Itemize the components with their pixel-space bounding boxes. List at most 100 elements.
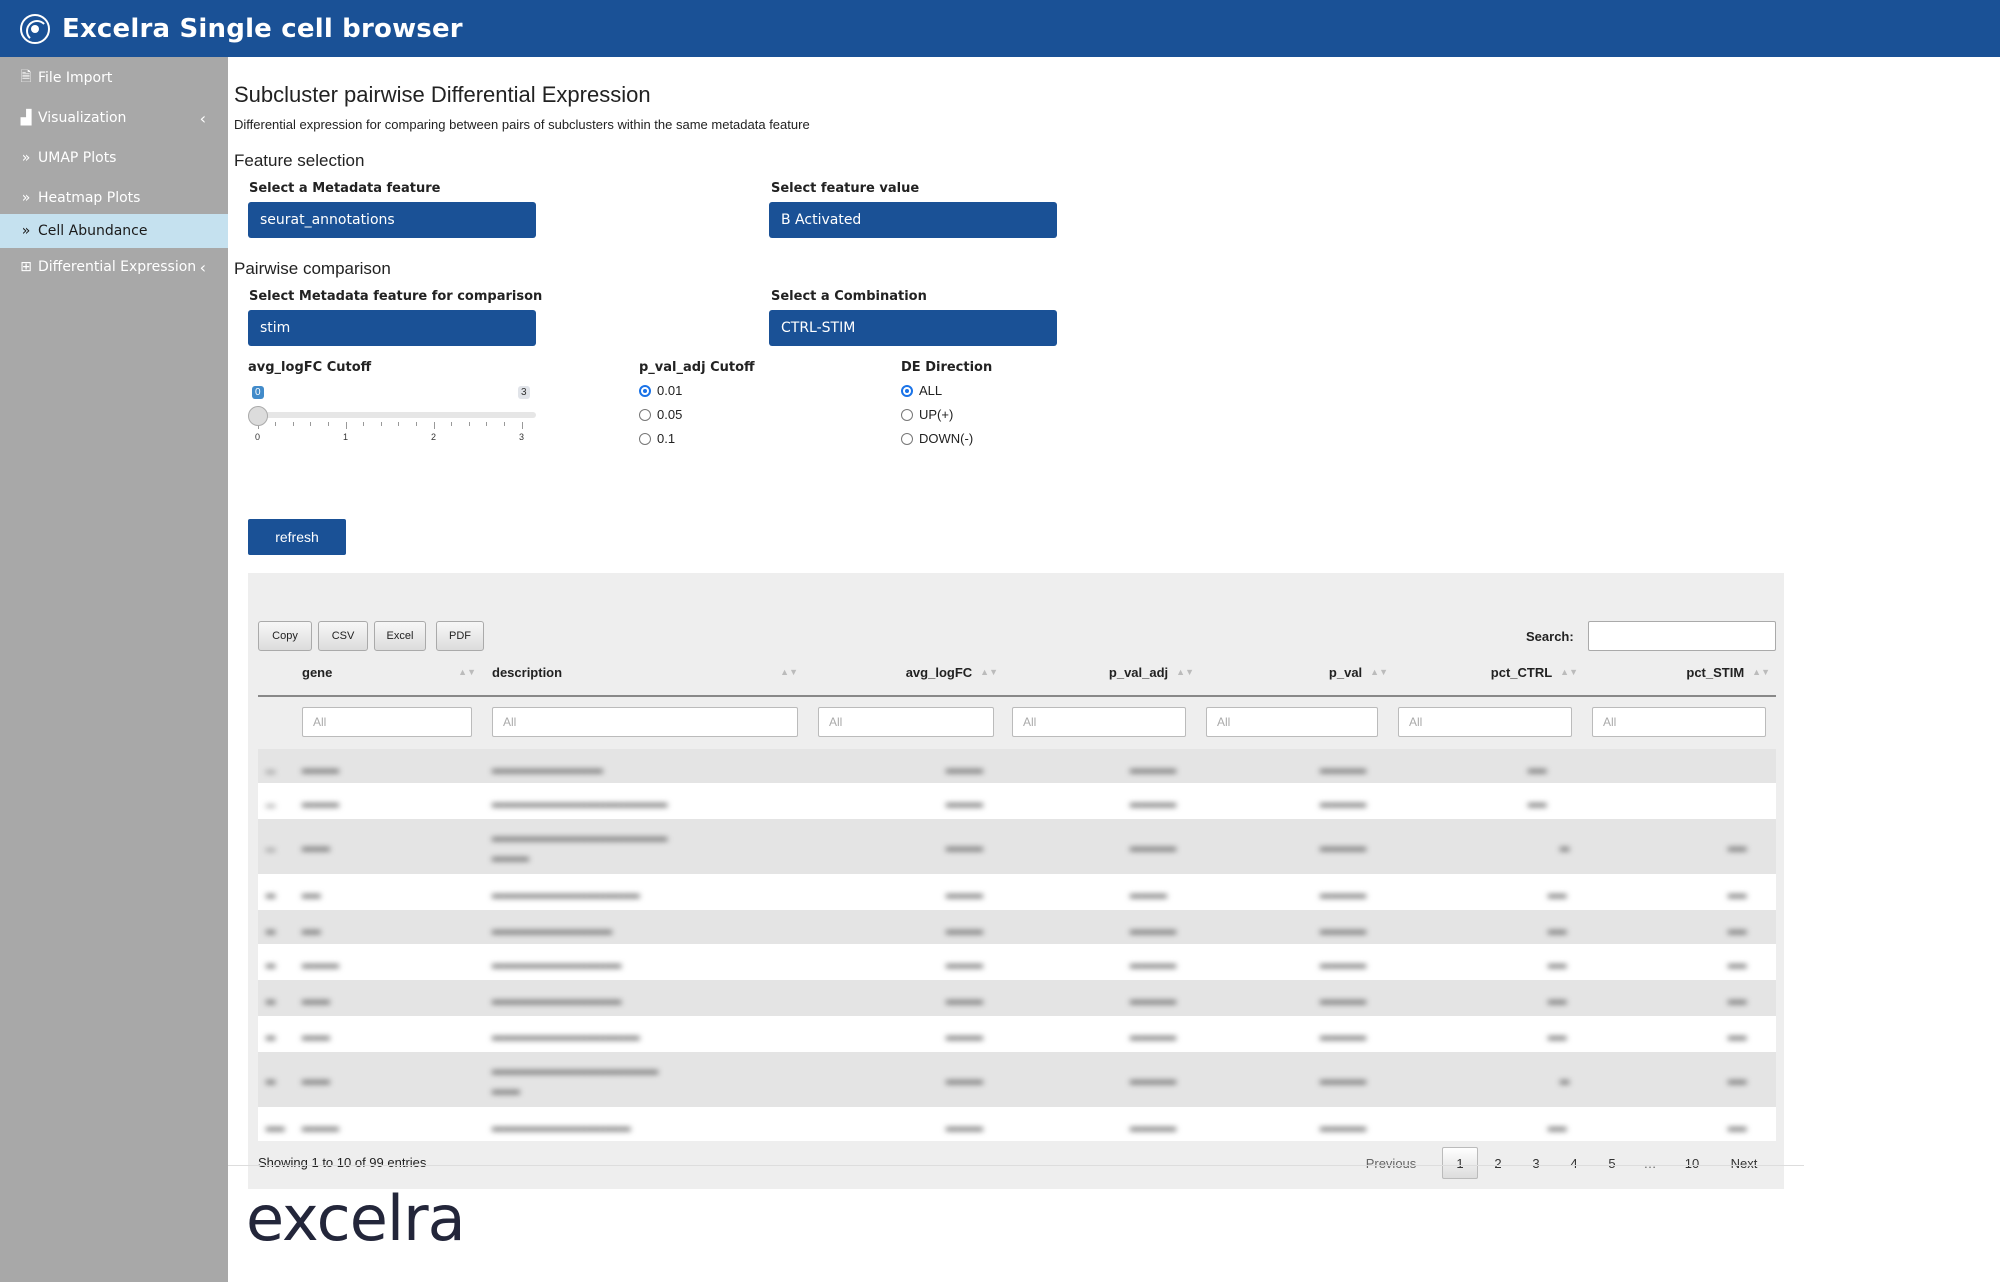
- sidebar-item-visualization[interactable]: ▟ Visualization ‹: [0, 101, 228, 135]
- table-row[interactable]: ▂▂▂▂▂▂▂▂▂▂▂▂▂▂▂▂▂▂▂▂▂▂▂▂▂▂▂▂▂▂▂▂▂▂▂▂: [258, 874, 1776, 910]
- sidebar-item-differential-expression[interactable]: ⊞ Differential Expression ‹: [0, 250, 228, 284]
- pval-option-0.01[interactable]: 0.01: [639, 383, 682, 398]
- de-direction-label: DE Direction: [901, 360, 993, 375]
- column-header-label: p_val: [1328, 664, 1363, 680]
- refresh-button[interactable]: refresh: [248, 519, 346, 555]
- slider-handle[interactable]: [248, 406, 268, 426]
- sidebar-item-label: Visualization: [38, 110, 127, 126]
- table-row[interactable]: ▂ ▂▂ ▂▂▂▂▂▂▂▂▂▂▂▂▂ ▂▂▂▂ ▂▂▂▂▂ ▂▂▂▂▂ ▂▂ ▂▂: [258, 910, 1776, 944]
- metadata-feature-select[interactable]: seurat_annotations: [248, 202, 536, 238]
- pagination-previous[interactable]: Previous: [1356, 1147, 1426, 1179]
- pagination-page-2[interactable]: 2: [1482, 1147, 1514, 1179]
- column-header-avg-logfc[interactable]: avg_logFC ▲▼: [818, 657, 998, 687]
- table-row[interactable]: ▂ ▂▂▂▂ ▂▂▂▂▂▂▂▂▂▂▂▂▂▂ ▂▂▂▂ ▂▂▂▂▂ ▂▂▂▂▂ ▂▂ ▂▂: [258, 944, 1776, 980]
- table-row[interactable]: ▂ ▂▂▂ ▂▂▂▂▂▂▂▂▂▂▂▂▂▂▂▂ ▂▂▂▂ ▂▂▂▂▂ ▂▂▂▂▂ ▂▂ ▂▂: [258, 1016, 1776, 1052]
- column-header-label: p_val_adj: [1108, 664, 1169, 680]
- filter-pct-ctrl-input[interactable]: All: [1398, 707, 1572, 737]
- pagination-page-3[interactable]: 3: [1520, 1147, 1552, 1179]
- sort-icon: ▲▼: [1176, 667, 1194, 677]
- table-row[interactable]: ▂▂▂▂▂▂▂▂▂▂▂▂▂▂▂▂▂▂▂▂▂▂▂▂▂▂▂▂▂▂▂▂▂▂▂▂: [258, 980, 1776, 1016]
- comparison-feature-label: Select Metadata feature for comparison: [249, 289, 543, 304]
- double-chevron-right-icon: »: [21, 223, 31, 239]
- column-header-p-val[interactable]: p_val ▲▼: [1208, 657, 1388, 687]
- sidebar-item-label: UMAP Plots: [38, 150, 117, 166]
- filter-p-val-adj-input[interactable]: All: [1012, 707, 1186, 737]
- double-chevron-right-icon: »: [21, 150, 31, 166]
- sidebar-item-umap-plots[interactable]: » UMAP Plots: [0, 141, 228, 175]
- radio-icon: [639, 408, 651, 421]
- double-chevron-right-icon: »: [21, 190, 31, 206]
- column-header-gene[interactable]: gene ▲▼: [302, 657, 476, 687]
- pagination-page-10[interactable]: 10: [1674, 1147, 1710, 1179]
- combination-select[interactable]: CTRL-STIM: [769, 310, 1057, 346]
- feature-value-select[interactable]: B Activated: [769, 202, 1057, 238]
- column-header-pct-ctrl[interactable]: pct_CTRL ▲▼: [1398, 657, 1578, 687]
- search-label: Search:: [1526, 629, 1574, 644]
- pdf-button[interactable]: PDF: [436, 621, 484, 651]
- excel-button[interactable]: Excel: [374, 621, 426, 651]
- search-input[interactable]: [1588, 621, 1776, 651]
- page-subtitle: Differential expression for comparing be…: [234, 117, 810, 132]
- column-header-pct-stim[interactable]: pct_STIM ▲▼: [1588, 657, 1770, 687]
- pagination-next[interactable]: Next: [1714, 1147, 1774, 1179]
- slider-track[interactable]: [256, 412, 536, 418]
- radio-label: 0.05: [657, 407, 683, 422]
- table-row[interactable]: ▂▂ ▂▂▂▂ ▂▂▂▂▂▂▂▂▂▂▂▂▂▂▂ ▂▂▂▂ ▂▂▂▂▂ ▂▂▂▂▂ ▂▂ ▂▂: [258, 1107, 1776, 1141]
- table-info: Showing 1 to 10 of 99 entries: [258, 1155, 427, 1170]
- csv-button[interactable]: CSV: [318, 621, 368, 651]
- bar-chart-icon: ▟: [20, 110, 32, 126]
- direction-option-all[interactable]: ALL: [901, 383, 942, 398]
- sort-icon: ▲▼: [1560, 667, 1578, 677]
- sidebar-item-cell-abundance[interactable]: » Cell Abundance: [0, 214, 228, 248]
- sidebar-item-label: Differential Expression: [38, 259, 197, 275]
- column-header-description[interactable]: description ▲▼: [492, 657, 798, 687]
- filter-gene-input[interactable]: All: [302, 707, 472, 737]
- combination-label: Select a Combination: [771, 289, 927, 304]
- column-header-label: pct_CTRL: [1490, 664, 1553, 680]
- radio-label: 0.01: [657, 383, 683, 398]
- radio-icon: [901, 408, 913, 421]
- comparison-feature-select[interactable]: stim: [248, 310, 536, 346]
- pagination-page-5[interactable]: 5: [1596, 1147, 1628, 1179]
- slider-max-value: 3: [518, 386, 530, 399]
- sidebar-item-file-import[interactable]: 🗎 File Import: [0, 61, 228, 95]
- pval-option-0.1[interactable]: 0.1: [639, 431, 675, 446]
- table-row[interactable]: ▂ ▂▂▂ ▂▂▂▂▂▂▂▂▂▂▂▂▂▂▂▂▂▂ ▂▂▂ ▂▂▂▂ ▂▂▂▂▂ ▂▂▂▂▂ ▂…: [258, 1052, 1776, 1107]
- column-header-label: description: [492, 664, 563, 680]
- copy-button[interactable]: Copy: [258, 621, 312, 651]
- sort-icon: ▲▼: [1752, 667, 1770, 677]
- sidebar: 🗎 File Import ▟ Visualization ‹ » UMAP P…: [0, 57, 228, 1282]
- sort-icon: ▲▼: [1370, 667, 1388, 677]
- footer-divider: [228, 1165, 1804, 1166]
- sidebar-item-label: Heatmap Plots: [38, 190, 141, 206]
- sort-icon: ▲▼: [780, 667, 798, 677]
- column-header-p-val-adj[interactable]: p_val_adj ▲▼: [1008, 657, 1194, 687]
- file-icon: 🗎: [20, 69, 32, 85]
- filter-pct-stim-input[interactable]: All: [1592, 707, 1766, 737]
- pval-option-0.05[interactable]: 0.05: [639, 407, 682, 422]
- radio-label: UP(+): [919, 407, 954, 422]
- radio-label: DOWN(-): [919, 431, 974, 446]
- sidebar-item-label: File Import: [38, 70, 113, 86]
- chevron-left-icon: ‹: [199, 108, 206, 128]
- slider-tick-label: 2: [431, 432, 437, 442]
- pagination-page-1[interactable]: 1: [1442, 1147, 1478, 1179]
- page-title: Subcluster pairwise Differential Express…: [234, 82, 651, 107]
- pagination-page-4[interactable]: 4: [1558, 1147, 1590, 1179]
- table-row[interactable]: ▁ ▂▂▂▂ ▂▂▂▂▂▂▂▂▂▂▂▂ ▂▂▂▂ ▂▂▂▂▂ ▂▂▂▂▂ ▂▂: [258, 749, 1776, 783]
- sidebar-item-label: Cell Abundance: [38, 223, 148, 239]
- metadata-feature-label: Select a Metadata feature: [249, 181, 441, 196]
- slider-tick-label: 3: [519, 432, 525, 442]
- sidebar-item-heatmap-plots[interactable]: » Heatmap Plots: [0, 181, 228, 215]
- table-row[interactable]: ▁ ▂▂▂ ▂▂▂▂▂▂▂▂▂▂▂▂▂▂▂▂▂▂▂ ▂▂▂▂ ▂▂▂▂ ▂▂▂▂▂ ▂▂▂▂…: [258, 819, 1776, 874]
- direction-option-up[interactable]: UP(+): [901, 407, 953, 422]
- feature-selection-heading: Feature selection: [234, 151, 365, 170]
- column-header-label: avg_logFC: [905, 664, 973, 680]
- feature-value-label: Select feature value: [771, 181, 920, 196]
- filter-p-val-input[interactable]: All: [1206, 707, 1378, 737]
- filter-description-input[interactable]: All: [492, 707, 798, 737]
- table-row[interactable]: ▁ ▂▂▂▂ ▂▂▂▂▂▂▂▂▂▂▂▂▂▂▂▂▂▂▂ ▂▂▂▂ ▂▂▂▂▂ ▂▂▂▂▂ ▂▂: [258, 783, 1776, 819]
- logfc-cutoff-slider[interactable]: 0 3 0 1 2 3: [248, 382, 538, 452]
- filter-avg-logfc-input[interactable]: All: [818, 707, 994, 737]
- direction-option-down[interactable]: DOWN(-): [901, 431, 973, 446]
